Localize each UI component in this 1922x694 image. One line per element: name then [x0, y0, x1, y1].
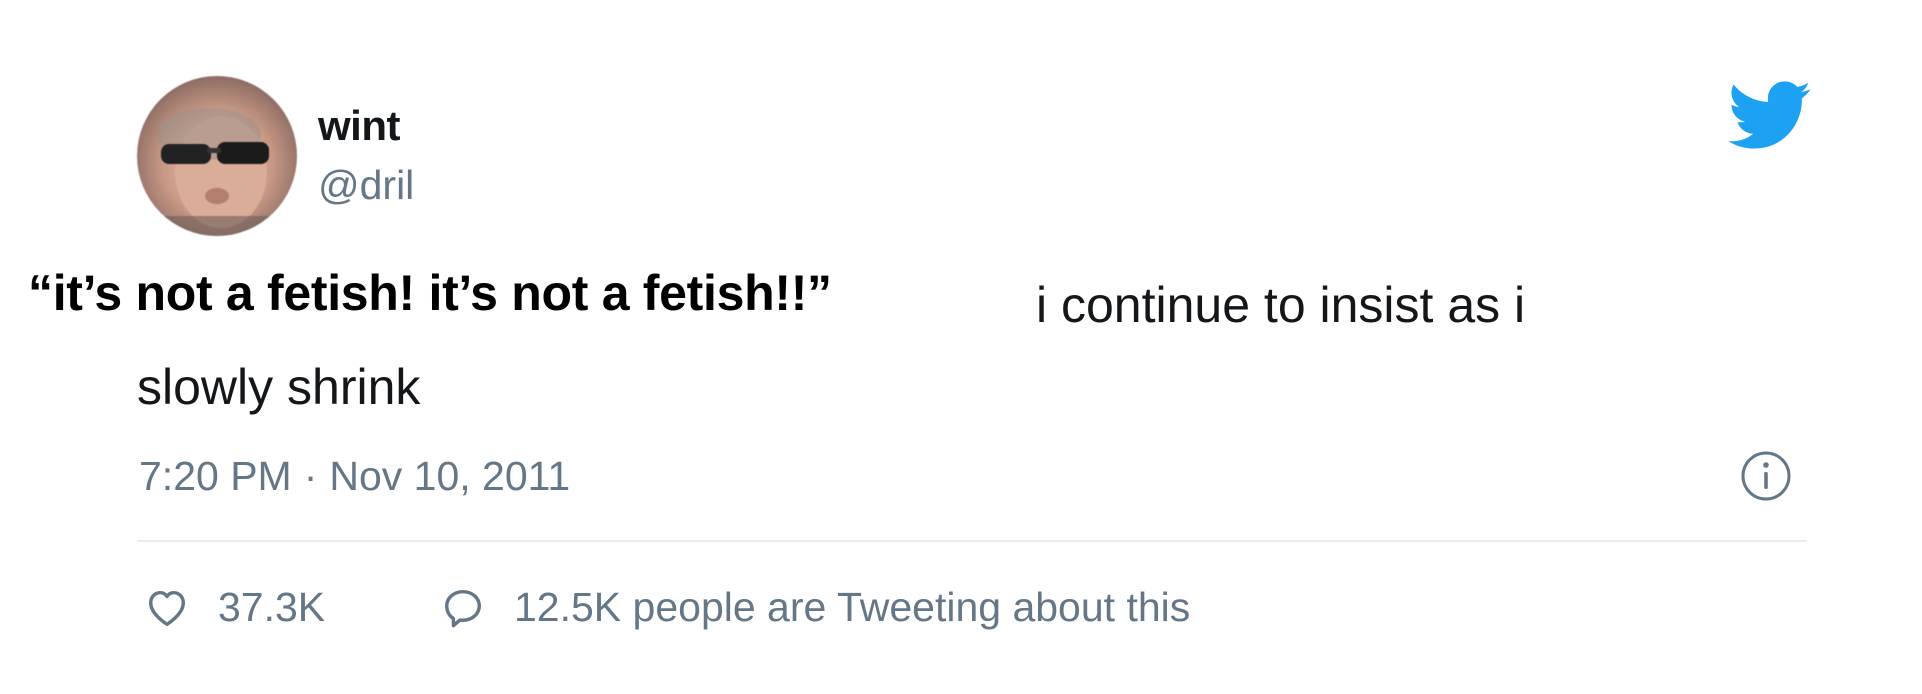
like-button[interactable]: 37.3K	[144, 584, 325, 631]
talking-about-text: 12.5K people are Tweeting about this	[514, 584, 1191, 630]
tweet-timestamp[interactable]: 7:20 PM · Nov 10, 2011	[139, 453, 570, 500]
twitter-bird-icon[interactable]	[1728, 80, 1812, 152]
heart-icon	[148, 590, 186, 626]
author-handle[interactable]: @dril	[318, 162, 414, 209]
tweet-time: 7:20 PM	[139, 453, 292, 499]
author-display-name[interactable]: wint	[318, 102, 400, 150]
tweet-text-line-2: slowly shrink	[137, 359, 421, 415]
avatar-image	[137, 108, 297, 236]
tweet-text-line-1: i continue to insist as i	[1036, 277, 1526, 333]
tweet-card: wint @dril “it’s not a fetish! it’s not …	[0, 0, 1922, 694]
avatar[interactable]	[137, 76, 297, 236]
meta-separator: ·	[303, 453, 318, 499]
speech-bubble-icon	[444, 589, 482, 627]
tweet-date: Nov 10, 2011	[329, 453, 571, 499]
divider	[137, 540, 1807, 542]
tweet-quote-overlay: “it’s not a fetish! it’s not a fetish!!”	[28, 265, 832, 321]
reply-button[interactable]: 12.5K people are Tweeting about this	[440, 584, 1190, 631]
info-icon[interactable]	[1740, 450, 1792, 502]
like-count: 37.3K	[218, 584, 326, 630]
